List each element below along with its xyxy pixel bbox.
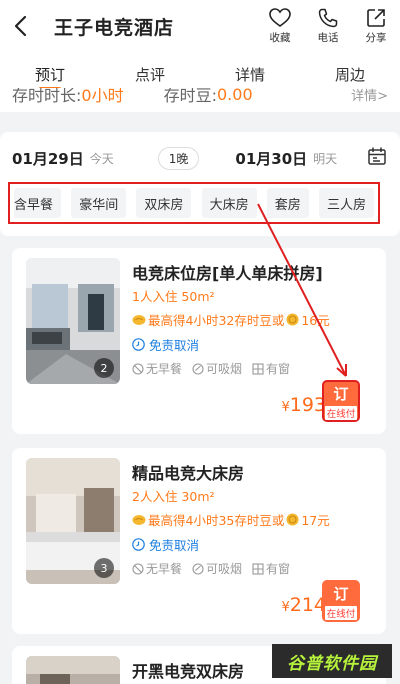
reward-promo-value: 17元 (301, 513, 330, 528)
phone-label: 电话 (317, 31, 339, 44)
amenity-window: 有窗 (266, 362, 291, 376)
room-photo-image (26, 656, 120, 684)
room-occupancy-area: 2人入住 30m² (132, 489, 215, 504)
share-button[interactable]: 分享 (352, 0, 400, 52)
stay-credit-details-link[interactable]: 详情> (351, 88, 388, 104)
stay-credit-strip: 存时时长: 0小时 存时豆: 0.00 详情> (0, 88, 400, 112)
stay-beans-label: 存时豆: (163, 88, 217, 105)
amenity-window: 有窗 (266, 562, 291, 576)
room-name: 开黑电竞双床房 (132, 662, 245, 681)
favorite-button[interactable]: 收藏 (256, 0, 304, 52)
filter-twin[interactable]: 双床房 (136, 188, 192, 218)
phone-icon (318, 8, 338, 27)
amenity-breakfast: 无早餐 (146, 362, 183, 376)
book-label: 订 (333, 384, 349, 403)
free-cancel: 免责取消 (132, 535, 199, 554)
photo-count-badge: 3 (94, 558, 114, 578)
free-cancel-text: 免责取消 (149, 338, 200, 353)
filter-king[interactable]: 大床房 (201, 188, 257, 218)
book-button[interactable]: 订 在线付 (322, 580, 360, 622)
room-name: 精品电竞大床房 (132, 464, 245, 483)
bean-icon (132, 314, 146, 325)
room-price: ¥193 (281, 394, 326, 416)
stay-duration-value: 0小时 (81, 88, 124, 105)
hotel-title: 王子电竞酒店 (54, 16, 175, 39)
smoking-icon (192, 562, 204, 575)
pay-online-label: 在线付 (324, 405, 358, 420)
filter-deluxe[interactable]: 豪华间 (71, 188, 127, 218)
clock-icon (132, 338, 145, 351)
back-button[interactable] (0, 0, 40, 52)
window-icon (252, 562, 264, 575)
no-breakfast-icon (132, 362, 144, 375)
window-icon (252, 362, 264, 375)
amenities-row: 无早餐 可吸烟 有窗 (132, 560, 290, 577)
nights-badge: 1晚 (157, 146, 200, 170)
smoking-icon (192, 362, 204, 375)
stay-duration-label: 存时时长: (12, 88, 82, 105)
calendar-button[interactable] (366, 145, 388, 171)
room-name: 电竞床位房[单人单床拼房] (132, 264, 323, 283)
price-value: 193 (289, 394, 326, 416)
reward-promo-text: 最高得4小时32存时豆或 (148, 313, 285, 328)
amenity-breakfast: 无早餐 (146, 562, 183, 576)
room-price: ¥214 (281, 594, 326, 616)
filter-triple[interactable]: 三人房 (318, 188, 374, 218)
date-row[interactable]: 01月29日 今天 1晚 01月30日 明天 (12, 144, 388, 172)
amenity-smoking: 可吸烟 (206, 362, 243, 376)
coin-icon (286, 313, 299, 326)
calendar-icon (368, 147, 386, 165)
checkin-day: 今天 (89, 151, 114, 166)
coin-icon (286, 513, 299, 526)
currency-symbol: ¥ (281, 400, 290, 415)
checkout-date[interactable]: 01月30日 (235, 148, 307, 169)
room-card[interactable]: 3 精品电竞大床房 2人入住 30m² 最高得4小时35存时豆或 17元 免责取… (12, 448, 386, 634)
pay-online-label: 在线付 (324, 605, 358, 620)
photo-count-badge: 2 (94, 358, 114, 378)
bean-icon (132, 514, 146, 525)
filter-breakfast[interactable]: 含早餐 (14, 188, 62, 218)
free-cancel: 免责取消 (132, 335, 199, 354)
stay-beans-value: 0.00 (217, 88, 253, 104)
app-header: 王子电竞酒店 收藏 电话 分享 (0, 0, 400, 52)
amenities-row: 无早餐 可吸烟 有窗 (132, 360, 290, 377)
reward-promo: 最高得4小时32存时豆或 16元 (132, 310, 330, 329)
free-cancel-text: 免责取消 (149, 538, 200, 553)
amenity-smoking: 可吸烟 (206, 562, 243, 576)
book-button[interactable]: 订 在线付 (322, 380, 360, 422)
room-photo[interactable] (26, 656, 120, 684)
site-watermark: 谷普软件园 (272, 644, 392, 678)
share-icon (367, 8, 385, 27)
book-label: 订 (333, 584, 349, 603)
heart-icon (269, 7, 291, 27)
no-breakfast-icon (132, 562, 144, 575)
room-photo[interactable]: 3 (26, 458, 120, 584)
room-photo[interactable]: 2 (26, 258, 120, 384)
reward-promo: 最高得4小时35存时豆或 17元 (132, 510, 330, 529)
phone-button[interactable]: 电话 (304, 0, 352, 52)
share-label: 分享 (365, 31, 387, 44)
room-filter-bar: 含早餐 豪华间 双床房 大床房 套房 三人房 (8, 182, 380, 224)
checkout-day: 明天 (313, 151, 338, 166)
reward-promo-text: 最高得4小时35存时豆或 (148, 513, 285, 528)
clock-icon (132, 538, 145, 551)
room-occupancy-area: 1人入住 50m² (132, 289, 215, 304)
room-card[interactable]: 2 电竞床位房[单人单床拼房] 1人入住 50m² 最高得4小时32存时豆或 1… (12, 248, 386, 434)
filter-suite[interactable]: 套房 (266, 188, 309, 218)
back-arrow-icon (14, 15, 27, 37)
checkin-date[interactable]: 01月29日 (12, 148, 84, 169)
reward-promo-value: 16元 (301, 313, 330, 328)
favorite-label: 收藏 (269, 31, 291, 44)
currency-symbol: ¥ (281, 600, 290, 615)
price-value: 214 (289, 594, 326, 616)
